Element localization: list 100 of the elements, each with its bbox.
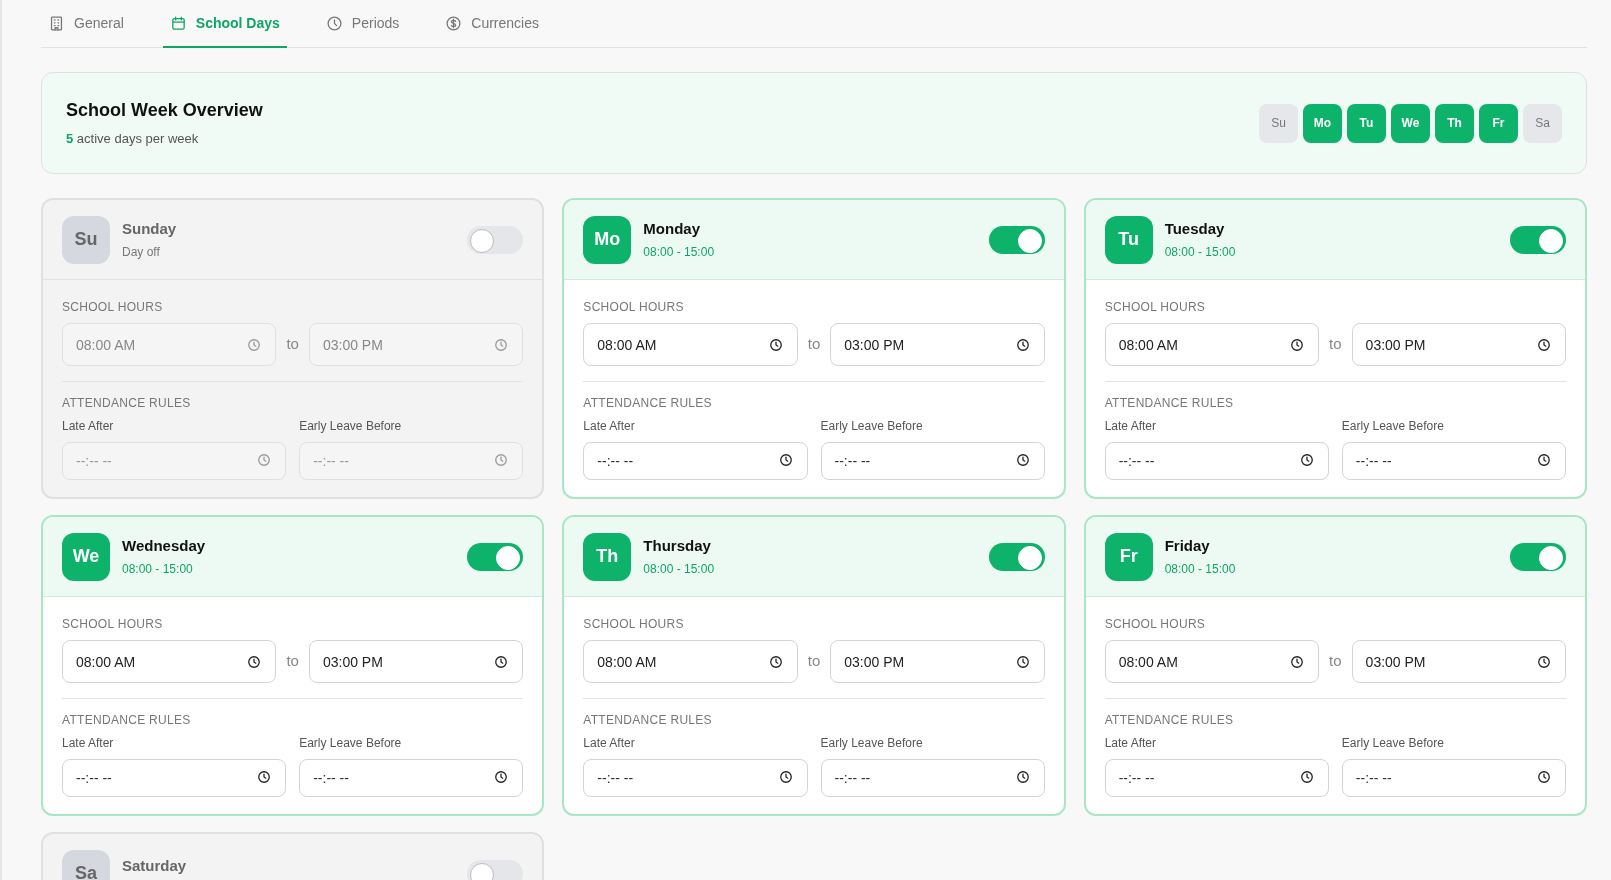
to-label: to: [1329, 334, 1342, 355]
clock-icon: [494, 337, 509, 352]
time-field[interactable]: 03:00 PM: [308, 640, 524, 683]
clock-icon: [1290, 654, 1305, 669]
toggle-switch[interactable]: [467, 859, 524, 880]
to-label: to: [286, 334, 299, 355]
day-subtitle: 08:00 - 15:00: [643, 243, 715, 261]
day-chip: Mo: [1303, 103, 1342, 143]
tab[interactable]: Periods: [318, 0, 407, 48]
day-avatar: Sa: [62, 849, 110, 880]
clock-icon: [1537, 770, 1551, 784]
day-name: Thursday: [643, 536, 712, 557]
day-subtitle: 08:00 - 15:00: [122, 560, 194, 578]
time-field[interactable]: --:-- --: [820, 759, 1045, 797]
clock-icon: [1299, 770, 1314, 784]
clock-icon: [247, 337, 262, 352]
field-label: Early Leave Before: [299, 418, 403, 435]
time-field[interactable]: --:-- --: [1341, 442, 1566, 480]
day-subtitle: 08:00 - 15:00: [643, 560, 715, 578]
toggle-switch[interactable]: [467, 225, 524, 254]
clock-icon: [1015, 453, 1030, 467]
section-label: SCHOOL HOURS: [1104, 299, 1207, 316]
day-name: Wednesday: [122, 536, 206, 557]
section-label: SCHOOL HOURS: [1104, 616, 1207, 633]
field-label: Early Leave Before: [1341, 418, 1445, 435]
calendar-icon: [169, 14, 187, 32]
field-label: Late After: [1104, 735, 1158, 752]
day-name: Monday: [643, 219, 701, 240]
to-label: to: [1329, 651, 1342, 672]
clock-icon: [494, 770, 509, 784]
clock-icon: [1015, 770, 1030, 784]
time-field[interactable]: 08:00 AM: [583, 323, 798, 366]
time-field[interactable]: --:-- --: [820, 442, 1045, 480]
clock-icon: [778, 770, 793, 784]
clock-icon: [1299, 453, 1314, 467]
time-field[interactable]: 03:00 PM: [830, 640, 1045, 683]
field-label: Early Leave Before: [1341, 735, 1445, 752]
time-field[interactable]: 08:00 AM: [1104, 323, 1320, 366]
clock-icon: [778, 453, 793, 467]
day-name: Sunday: [122, 219, 177, 240]
clock-icon: [325, 14, 343, 32]
field-label: Early Leave Before: [299, 735, 403, 752]
time-field[interactable]: --:-- --: [583, 759, 808, 797]
tab[interactable]: General: [41, 0, 131, 48]
day-chip: Fr: [1479, 103, 1518, 143]
section-label: SCHOOL HOURS: [62, 616, 164, 633]
time-field[interactable]: 03:00 PM: [1351, 323, 1566, 366]
clock-icon: [1537, 337, 1551, 352]
day-avatar: We: [62, 532, 110, 581]
day-avatar: Mo: [583, 215, 632, 264]
time-field[interactable]: 08:00 AM: [62, 640, 277, 683]
section-label: ATTENDANCE RULES: [583, 712, 713, 729]
field-label: Early Leave Before: [820, 735, 924, 752]
time-field[interactable]: --:-- --: [1341, 759, 1566, 797]
clock-icon: [494, 654, 509, 669]
building-icon: [48, 14, 65, 32]
to-label: to: [807, 651, 821, 672]
day-name: Tuesday: [1164, 219, 1226, 240]
clock-icon: [257, 770, 272, 784]
day-subtitle: 08:00 - 15:00: [1164, 560, 1236, 578]
field-label: Late After: [62, 735, 115, 752]
clock-icon: [1290, 337, 1305, 352]
time-field[interactable]: 08:00 AM: [583, 640, 798, 683]
time-field[interactable]: 03:00 PM: [1351, 640, 1566, 683]
section-label: SCHOOL HOURS: [583, 299, 685, 316]
dollar-icon: [445, 14, 463, 32]
time-field[interactable]: --:-- --: [299, 759, 524, 797]
time-field[interactable]: 03:00 PM: [830, 323, 1045, 366]
section-label: ATTENDANCE RULES: [1104, 395, 1235, 412]
clock-icon: [1537, 453, 1551, 467]
toggle-switch[interactable]: [467, 542, 524, 571]
day-avatar: Su: [62, 215, 110, 264]
time-field[interactable]: --:-- --: [1104, 759, 1329, 797]
section-label: SCHOOL HOURS: [583, 616, 685, 633]
time-field[interactable]: --:-- --: [299, 442, 524, 480]
tab[interactable]: Currencies: [438, 0, 546, 48]
time-field[interactable]: --:-- --: [62, 759, 287, 797]
time-field[interactable]: --:-- --: [583, 442, 808, 480]
toggle-switch[interactable]: [1510, 225, 1566, 254]
overview-title: School Week Overview: [66, 99, 263, 123]
section-label: ATTENDANCE RULES: [583, 395, 713, 412]
time-field[interactable]: --:-- --: [1104, 442, 1329, 480]
toggle-switch[interactable]: [988, 542, 1045, 571]
day-avatar: Fr: [1104, 532, 1153, 581]
clock-icon: [768, 654, 783, 669]
toggle-switch[interactable]: [1510, 542, 1566, 571]
to-label: to: [807, 334, 821, 355]
time-field[interactable]: --:-- --: [62, 442, 287, 480]
field-label: Late After: [583, 735, 636, 752]
field-label: Late After: [583, 418, 636, 435]
clock-icon: [257, 453, 272, 467]
day-avatar: Tu: [1104, 215, 1153, 264]
day-avatar: Th: [583, 532, 632, 581]
day-name: Saturday: [122, 856, 187, 877]
toggle-switch[interactable]: [988, 225, 1045, 254]
day-chip: Tu: [1347, 103, 1386, 143]
field-label: Early Leave Before: [820, 418, 924, 435]
time-field[interactable]: 08:00 AM: [1104, 640, 1320, 683]
day-subtitle: Day off: [122, 243, 161, 261]
day-subtitle: 08:00 - 15:00: [1164, 243, 1236, 261]
